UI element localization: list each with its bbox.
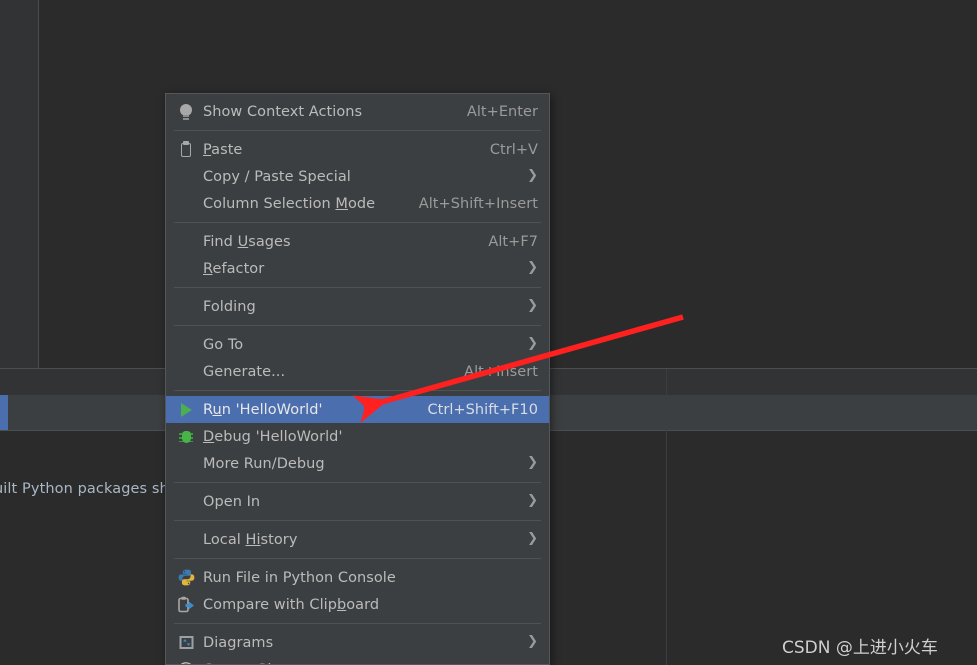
menu-item-refactor[interactable]: Refactor ❯ [166, 255, 549, 282]
menu-separator [174, 287, 541, 288]
menu-item-go-to[interactable]: Go To ❯ [166, 331, 549, 358]
menu-item-label: Go To [203, 336, 244, 353]
chevron-right-icon: ❯ [527, 531, 538, 546]
lightbulb-icon [175, 102, 197, 122]
menu-item-shortcut: Alt+Shift+Insert [418, 195, 538, 212]
chevron-right-icon: ❯ [527, 298, 538, 313]
diagrams-icon [175, 633, 197, 653]
menu-item-local-history[interactable]: Local History ❯ [166, 526, 549, 553]
menu-item-folding[interactable]: Folding ❯ [166, 293, 549, 320]
screenshot-root: uilt Python packages sh CSDN @上进小火车 Show… [0, 0, 977, 665]
menu-item-compare-with-clipboard[interactable]: Compare with Clipboard [166, 591, 549, 618]
menu-separator [174, 130, 541, 131]
menu-item-label: Diagrams [203, 634, 274, 651]
menu-item-more-run-debug[interactable]: More Run/Debug ❯ [166, 450, 549, 477]
menu-separator [174, 325, 541, 326]
no-icon [175, 492, 197, 512]
chevron-right-icon: ❯ [527, 260, 538, 275]
no-icon [175, 259, 197, 279]
menu-item-label: Compare with Clipboard [203, 596, 380, 613]
menu-item-label: More Run/Debug [203, 455, 325, 472]
debug-bug-icon [175, 427, 197, 447]
menu-item-shortcut: Alt+Enter [466, 103, 538, 120]
menu-item-create-gist[interactable]: Create Gist [166, 656, 549, 665]
menu-item-debug-helloworld[interactable]: Debug 'HelloWorld' [166, 423, 549, 450]
no-icon [175, 362, 197, 382]
menu-item-run-file-in-python-console[interactable]: Run File in Python Console [166, 564, 549, 591]
clipboard-icon [175, 140, 197, 160]
menu-item-label: Folding [203, 298, 256, 315]
python-icon [175, 568, 197, 588]
menu-item-shortcut: Ctrl+Shift+F10 [427, 401, 538, 418]
chevron-right-icon: ❯ [527, 455, 538, 470]
menu-item-generate[interactable]: Generate... Alt+Insert [166, 358, 549, 385]
menu-item-label: Column Selection Mode [203, 195, 376, 212]
menu-item-label: Open In [203, 493, 261, 510]
menu-item-paste[interactable]: Paste Ctrl+V [166, 136, 549, 163]
no-icon [175, 530, 197, 550]
compare-clipboard-icon [175, 595, 197, 615]
github-gist-icon [175, 660, 197, 664]
menu-item-find-usages[interactable]: Find Usages Alt+F7 [166, 228, 549, 255]
menu-item-label: Run File in Python Console [203, 569, 396, 586]
chevron-right-icon: ❯ [527, 336, 538, 351]
menu-item-shortcut: Alt+F7 [488, 233, 538, 250]
tree-guide-line [666, 369, 667, 665]
menu-separator [174, 390, 541, 391]
no-icon [175, 454, 197, 474]
menu-item-column-selection-mode[interactable]: Column Selection Mode Alt+Shift+Insert [166, 190, 549, 217]
menu-separator [174, 482, 541, 483]
menu-separator [174, 222, 541, 223]
editor-gutter [0, 0, 38, 369]
menu-item-diagrams[interactable]: Diagrams ❯ [166, 629, 549, 656]
chevron-right-icon: ❯ [527, 168, 538, 183]
menu-item-label: Refactor [203, 260, 265, 277]
menu-item-shortcut: Ctrl+V [489, 141, 538, 158]
menu-item-label: Create Gist [203, 662, 285, 665]
menu-item-label: Generate... [203, 363, 286, 380]
no-icon [175, 167, 197, 187]
run-play-icon [175, 400, 197, 420]
menu-item-show-context-actions[interactable]: Show Context Actions Alt+Enter [166, 98, 549, 125]
selected-row-marker [0, 395, 8, 430]
menu-item-label: Paste [203, 141, 243, 158]
menu-item-label: Local History [203, 531, 298, 548]
no-icon [175, 335, 197, 355]
menu-item-shortcut: Alt+Insert [464, 363, 538, 380]
menu-item-copy-paste-special[interactable]: Copy / Paste Special ❯ [166, 163, 549, 190]
menu-item-label: Copy / Paste Special [203, 168, 351, 185]
menu-item-label: Show Context Actions [203, 103, 363, 120]
menu-item-label: Debug 'HelloWorld' [203, 428, 343, 445]
menu-separator [174, 520, 541, 521]
chevron-right-icon: ❯ [527, 493, 538, 508]
no-icon [175, 297, 197, 317]
menu-separator [174, 558, 541, 559]
gutter-divider [38, 0, 39, 369]
menu-item-label: Run 'HelloWorld' [203, 401, 323, 418]
chevron-right-icon: ❯ [527, 634, 538, 649]
no-icon [175, 232, 197, 252]
csdn-watermark: CSDN @上进小火车 [782, 638, 938, 658]
menu-item-label: Find Usages [203, 233, 291, 250]
editor-background-text: uilt Python packages sh [0, 481, 169, 497]
menu-separator [174, 623, 541, 624]
editor-context-menu[interactable]: Show Context Actions Alt+Enter Paste Ctrl+V… [165, 93, 550, 665]
menu-item-run-helloworld[interactable]: Run 'HelloWorld' Ctrl+Shift+F10 [166, 396, 549, 423]
no-icon [175, 194, 197, 214]
menu-item-open-in[interactable]: Open In ❯ [166, 488, 549, 515]
